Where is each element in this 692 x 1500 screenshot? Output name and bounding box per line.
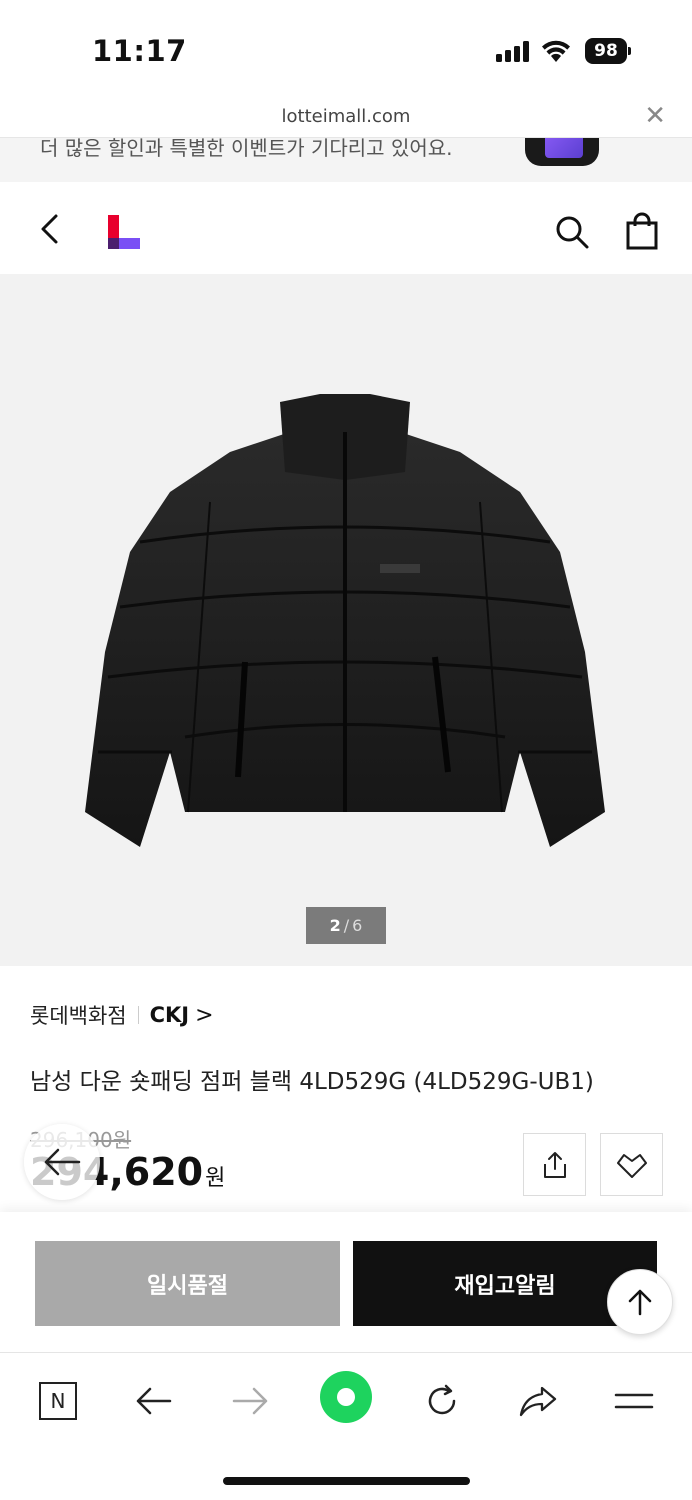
- share-icon: [543, 1151, 566, 1178]
- naver-home-button[interactable]: N: [36, 1379, 80, 1423]
- search-icon[interactable]: [554, 214, 590, 250]
- lotte-logo[interactable]: [108, 215, 140, 249]
- battery-level: 98: [585, 38, 627, 64]
- close-icon[interactable]: ✕: [644, 102, 666, 130]
- wishlist-button[interactable]: [600, 1133, 663, 1196]
- green-dot-icon: [337, 1388, 355, 1406]
- naver-n-icon: N: [39, 1382, 77, 1420]
- soldout-button[interactable]: 일시품절: [35, 1241, 340, 1326]
- reload-button[interactable]: [420, 1379, 464, 1423]
- divider: [137, 1006, 139, 1024]
- promo-text: 더 많은 할인과 특별한 이벤트가 기다리고 있어요.: [40, 138, 453, 160]
- reload-icon: [428, 1384, 456, 1415]
- sale-price-unit: 원: [205, 1166, 226, 1191]
- image-counter: 2 / 6: [306, 907, 386, 944]
- home-indicator[interactable]: [223, 1477, 470, 1485]
- product-image-gallery[interactable]: 2 / 6: [0, 274, 692, 966]
- app-icon: [525, 138, 599, 166]
- browser-url-bar[interactable]: lotteimall.com ✕: [0, 98, 692, 138]
- heart-icon: [616, 1153, 647, 1178]
- url-text[interactable]: lotteimall.com: [0, 106, 692, 127]
- app-promo-banner[interactable]: 더 많은 할인과 특별한 이벤트가 기다리고 있어요.: [0, 138, 692, 182]
- arrow-left-icon: [44, 1148, 81, 1176]
- share-button[interactable]: [523, 1133, 586, 1196]
- image-counter-total: 6: [352, 916, 363, 935]
- browser-menu-button[interactable]: [612, 1379, 656, 1423]
- forward-share-icon: [519, 1386, 557, 1417]
- brand-row: 롯데백화점 CKJ >: [30, 1000, 214, 1030]
- shopping-bag-icon[interactable]: [624, 212, 660, 250]
- floating-back-button[interactable]: [24, 1124, 100, 1200]
- image-counter-current: 2: [329, 916, 341, 935]
- status-bar: 11:17 98: [0, 0, 692, 98]
- chevron-right-icon[interactable]: >: [195, 1003, 213, 1028]
- green-dot-button[interactable]: [320, 1371, 372, 1423]
- arrow-left-icon: [136, 1387, 172, 1415]
- site-header: [0, 182, 692, 274]
- jacket-product-image: [85, 394, 605, 847]
- battery-icon: 98: [585, 38, 631, 64]
- scroll-to-top-button[interactable]: [607, 1269, 673, 1335]
- image-counter-separator: /: [343, 916, 350, 935]
- browser-forward-button[interactable]: [228, 1379, 272, 1423]
- hamburger-menu-icon: [614, 1393, 654, 1409]
- status-time: 11:17: [92, 34, 187, 68]
- arrow-right-icon: [232, 1387, 268, 1415]
- wifi-icon: [542, 40, 570, 62]
- brand-link[interactable]: CKJ: [150, 1003, 190, 1027]
- store-name: 롯데백화점: [30, 1004, 127, 1028]
- browser-share-button[interactable]: [516, 1379, 560, 1423]
- purchase-action-bar: 일시품절 재입고알림: [0, 1212, 692, 1352]
- arrow-up-icon: [628, 1289, 652, 1316]
- back-chevron-icon[interactable]: [36, 212, 64, 246]
- product-title: 남성 다운 숏패딩 점퍼 블랙 4LD529G (4LD529G-UB1): [30, 1069, 594, 1095]
- cellular-signal-icon: [496, 40, 529, 62]
- browser-back-button[interactable]: [132, 1379, 176, 1423]
